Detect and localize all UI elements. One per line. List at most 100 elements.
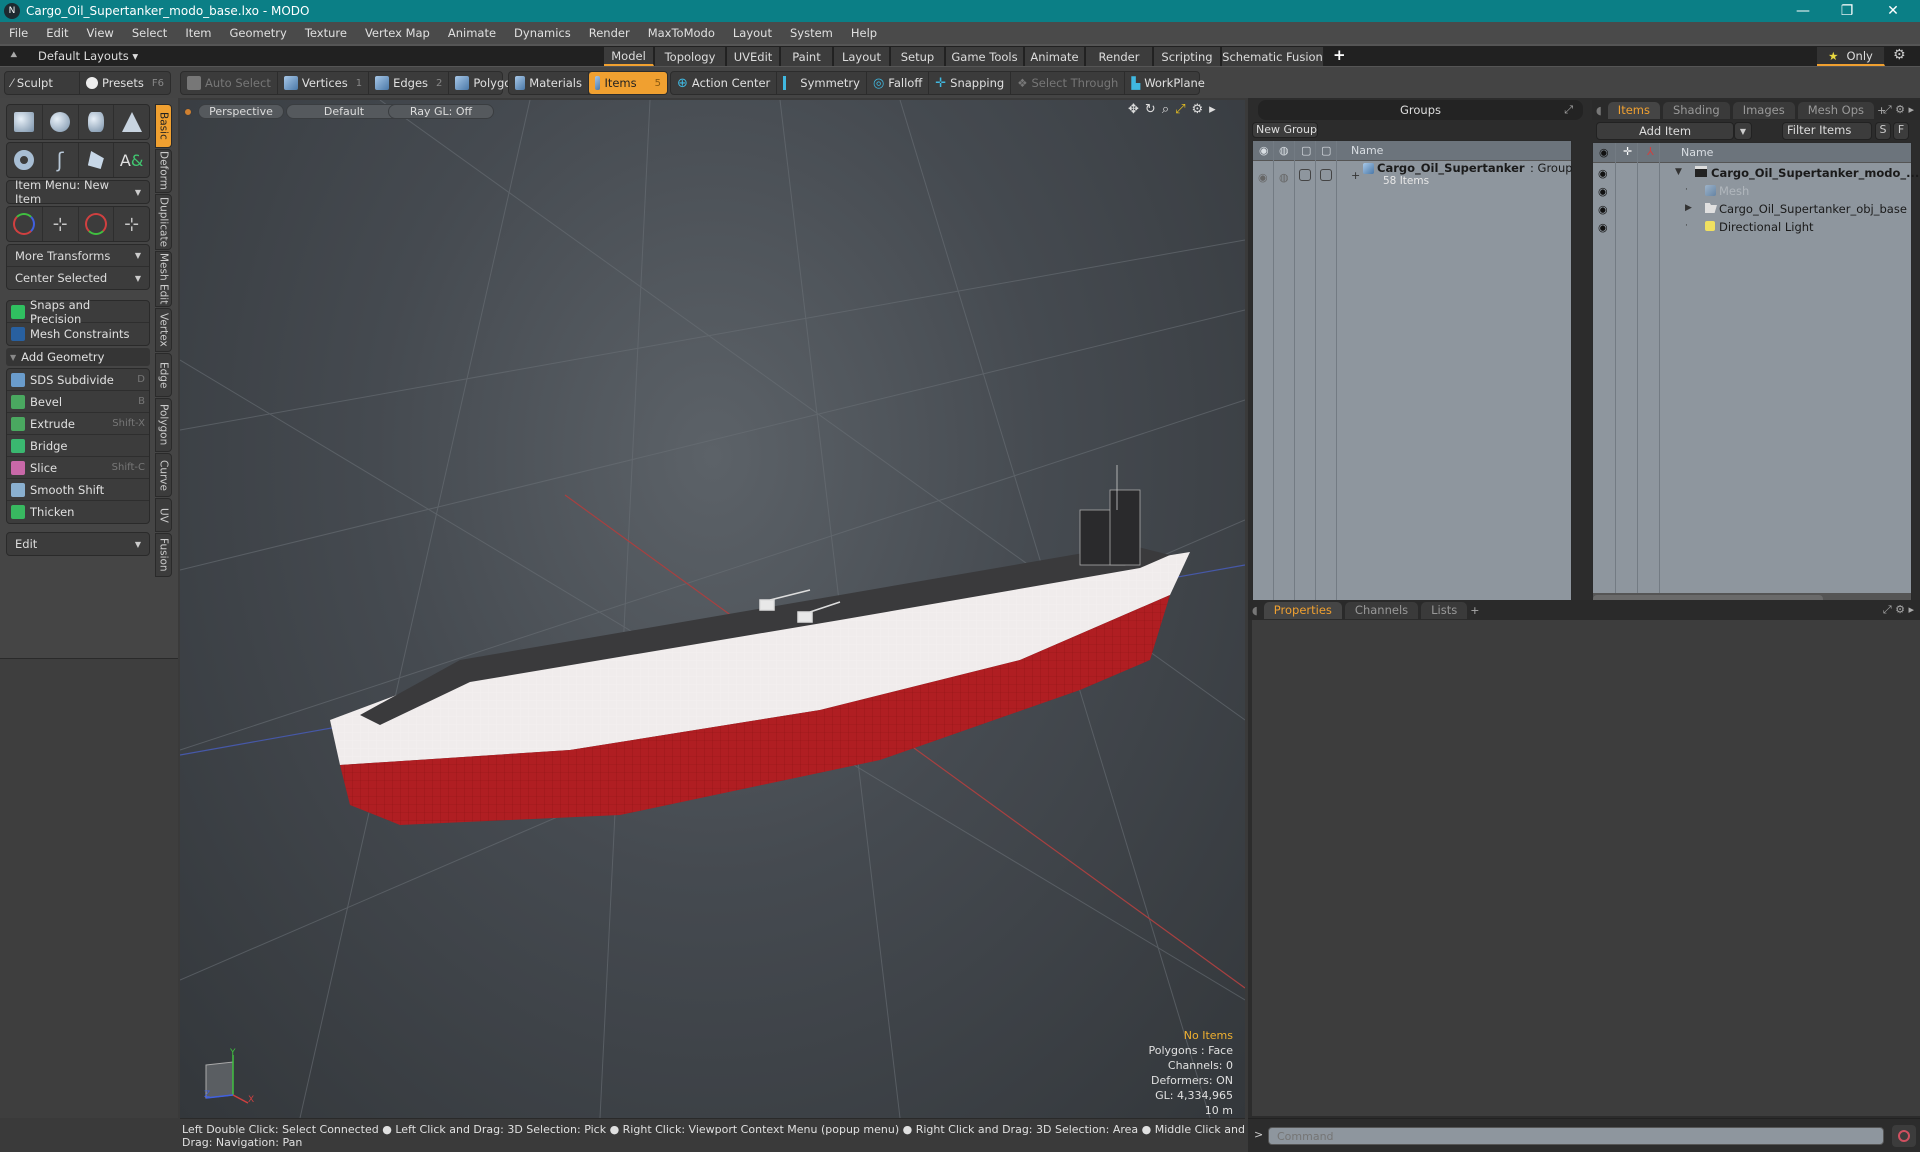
tab-items[interactable]: Items (1607, 101, 1660, 119)
item-row[interactable]: ◉ · Directional Light (1593, 219, 1911, 237)
menu-dynamics[interactable]: Dynamics (505, 26, 580, 40)
select-col-icon[interactable]: ▢ (1321, 144, 1331, 157)
add-tab-button[interactable]: + (1333, 46, 1346, 64)
new-group-button[interactable]: New Group (1252, 122, 1318, 138)
symmetry-button[interactable]: Symmetry (777, 72, 867, 94)
filter-f-button[interactable]: F (1893, 122, 1909, 140)
group-row[interactable]: ◉ ◍ + Cargo_Oil_Supertanker : Group 58 I… (1253, 161, 1573, 199)
panel-options-icon[interactable]: ⤢ ⚙ ▸ (1883, 603, 1914, 617)
menu-vertex-map[interactable]: Vertex Map (356, 26, 439, 40)
maximize-button[interactable]: ❐ (1826, 0, 1868, 22)
vtab-edge[interactable]: Edge (155, 353, 172, 397)
menu-select[interactable]: Select (123, 26, 176, 40)
only-toggle[interactable]: ★ Only (1817, 47, 1885, 66)
vtab-fusion[interactable]: Fusion (155, 533, 172, 577)
vtab-duplicate[interactable]: Duplicate (155, 194, 172, 250)
tab-layout[interactable]: Layout (834, 47, 890, 66)
add-tab-icon[interactable]: + (1470, 604, 1479, 617)
sculpt-button[interactable]: ⁄ Sculpt (5, 72, 81, 94)
tool-bridge-button[interactable]: Bridge (7, 435, 149, 457)
eye-icon[interactable]: ◉ (1598, 203, 1608, 216)
tool-slice-button[interactable]: Slice Shift-C (7, 457, 149, 479)
item-row[interactable]: ◉ ▶ Cargo_Oil_Supertanker_obj_base (1593, 201, 1911, 219)
torus-primitive-button[interactable] (7, 143, 43, 177)
cone-primitive-button[interactable] (114, 105, 149, 139)
vtab-mesh-edit[interactable]: Mesh Edit (155, 251, 172, 307)
menu-item[interactable]: Item (176, 26, 220, 40)
vertices-button[interactable]: Vertices 1 (278, 72, 370, 94)
vtab-deform[interactable]: Deform (155, 149, 172, 193)
tab-render[interactable]: Render (1086, 47, 1153, 66)
action-center-button[interactable]: ⊕ Action Center (671, 72, 778, 94)
add-item-button[interactable]: Add Item (1596, 122, 1734, 140)
orbit-icon[interactable]: ↻ (1145, 102, 1162, 117)
edges-button[interactable]: Edges 2 (369, 72, 450, 94)
expand-panel-icon[interactable]: ⤢ (1564, 103, 1573, 117)
tab-model[interactable]: Model (604, 47, 654, 66)
lock-col-icon[interactable]: ▢ (1301, 144, 1311, 157)
menu-animate[interactable]: Animate (439, 26, 505, 40)
vtab-polygon[interactable]: Polygon (155, 398, 172, 452)
render-col-icon[interactable]: ◍ (1279, 144, 1289, 157)
presets-button[interactable]: Presets F6 (80, 72, 170, 94)
more-transforms-dropdown[interactable]: More Transforms ▼ (7, 245, 149, 267)
menu-file[interactable]: File (0, 26, 37, 40)
tab-mesh-ops[interactable]: Mesh Ops (1797, 101, 1874, 119)
expand-plus-icon[interactable]: + (1351, 169, 1360, 182)
eye-icon[interactable]: ◉ (1598, 221, 1608, 234)
gear-icon[interactable]: ⚙ (1893, 47, 1906, 63)
panel-options-icon[interactable]: ⤢ ⚙ ▸ (1883, 103, 1914, 117)
vtab-basic[interactable]: Basic (155, 104, 172, 148)
snaps-and-precision-button[interactable]: Snaps and Precision (7, 298, 149, 326)
items-button[interactable]: Items 5 (589, 72, 667, 94)
menu-render[interactable]: Render (580, 26, 639, 40)
shading-default-button[interactable]: Default (286, 104, 402, 119)
sphere-primitive-button[interactable] (43, 105, 79, 139)
expand-triangle-icon[interactable]: ▶ (1685, 203, 1692, 213)
capsule-primitive-button[interactable]: ʃ (43, 143, 79, 177)
menu-help[interactable]: Help (842, 26, 886, 40)
locator-col-icon[interactable]: ⅄ (1647, 145, 1654, 158)
eye-icon[interactable]: ◉ (1598, 167, 1608, 180)
workplane-button[interactable]: ▙ WorkPlane (1125, 72, 1211, 94)
tab-paint[interactable]: Paint (781, 47, 833, 66)
vtab-vertex[interactable]: Vertex (155, 308, 172, 352)
menu-geometry[interactable]: Geometry (221, 26, 296, 40)
edit-dropdown[interactable]: Edit ▼ (7, 533, 149, 555)
filter-s-button[interactable]: S (1875, 122, 1891, 140)
render-icon[interactable]: ◍ (1279, 171, 1289, 184)
add-item-dropdown-icon[interactable]: ▼ (1734, 122, 1752, 140)
tool-thicken-button[interactable]: Thicken (7, 501, 149, 523)
center-selected-dropdown[interactable]: Center Selected ▼ (7, 267, 149, 289)
record-macro-button[interactable] (1892, 1125, 1916, 1147)
close-button[interactable]: ✕ (1872, 0, 1914, 22)
tab-scripting[interactable]: Scripting (1154, 47, 1221, 66)
eye-icon[interactable]: ◉ (1258, 171, 1268, 184)
cube-primitive-button[interactable] (7, 105, 43, 139)
menu-layout[interactable]: Layout (724, 26, 781, 40)
filter-items-input[interactable]: Filter Items (1782, 122, 1872, 140)
tool-sds-subdivide-button[interactable]: SDS Subdivide D (7, 369, 149, 391)
zoom-icon[interactable]: ⌕ (1162, 102, 1175, 117)
supertanker-model[interactable] (320, 460, 1245, 860)
visibility-col-icon[interactable]: ◉ (1259, 144, 1269, 157)
item-menu-dropdown[interactable]: Item Menu: New Item ▼ (7, 178, 149, 206)
perspective-button[interactable]: Perspective (198, 104, 284, 119)
cylinder-primitive-button[interactable] (79, 105, 115, 139)
tab-shading[interactable]: Shading (1662, 101, 1730, 119)
tab-game-tools[interactable]: Game Tools (946, 47, 1024, 66)
menu-system[interactable]: System (781, 26, 842, 40)
menu-texture[interactable]: Texture (296, 26, 356, 40)
tab-schematic-fusion[interactable]: Schematic Fusion (1222, 47, 1324, 66)
tab-setup[interactable]: Setup (891, 47, 945, 66)
lock-checkbox[interactable] (1299, 169, 1311, 181)
panel-menu-icon[interactable]: ◖ (1252, 604, 1258, 617)
vtab-uv[interactable]: UV (155, 498, 172, 532)
move-tool-button[interactable] (7, 207, 43, 241)
3d-viewport[interactable]: Perspective Default Ray GL: Off ✥↻⌕⤢⚙▸ N… (180, 100, 1245, 1118)
select-through-button[interactable]: ❖ Select Through (1011, 72, 1126, 94)
visibility-col-icon[interactable]: ◉ (1599, 146, 1609, 159)
rotate-tool-button[interactable] (79, 207, 115, 241)
default-layouts-dropdown[interactable]: Default Layouts ▾ (38, 49, 138, 63)
add-geometry-header[interactable]: ▼ Add Geometry (6, 348, 150, 366)
